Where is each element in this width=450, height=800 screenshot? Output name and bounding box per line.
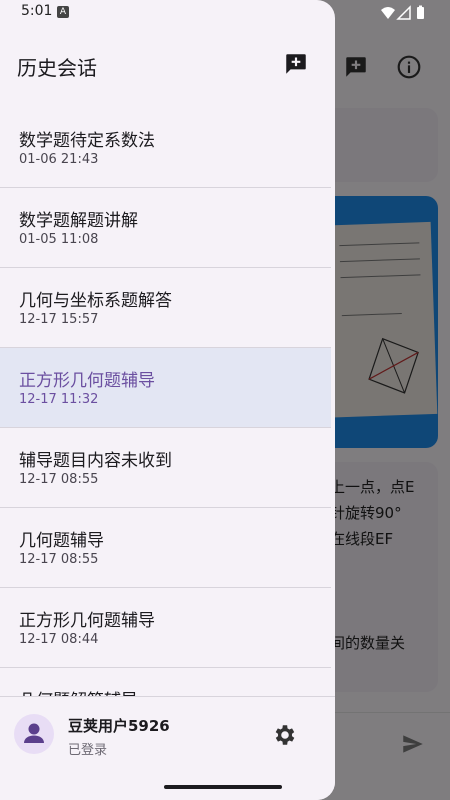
drawer-title: 历史会话 — [17, 56, 97, 80]
add-comment-icon[interactable] — [283, 51, 309, 77]
notification-icon: A — [57, 6, 69, 18]
status-bar: 5:01 A — [0, 0, 450, 26]
session-title: 辅导题目内容未收到 — [19, 451, 172, 471]
session-item[interactable]: 数学题待定系数法 01-06 21:43 — [0, 108, 331, 188]
session-time: 01-05 11:08 — [19, 232, 99, 247]
session-item[interactable]: 几何题解答辅导 — [0, 668, 331, 696]
user-name: 豆荚用户5926 — [68, 717, 170, 735]
session-item[interactable]: 辅导题目内容未收到 12-17 08:55 — [0, 428, 331, 508]
session-title: 几何与坐标系题解答 — [19, 291, 172, 311]
battery-icon — [417, 7, 424, 19]
gear-icon[interactable] — [272, 722, 298, 748]
avatar[interactable] — [14, 714, 54, 754]
session-title: 几何题解答辅导 — [19, 686, 138, 696]
session-item[interactable]: 正方形几何题辅导 12-17 08:44 — [0, 588, 331, 668]
session-title: 数学题解题讲解 — [19, 211, 138, 231]
person-icon — [24, 723, 44, 743]
signal-icon — [396, 5, 411, 20]
status-time: 5:01 — [21, 3, 53, 19]
session-list[interactable]: 数学题待定系数法 01-06 21:43 数学题解题讲解 01-05 11:08… — [0, 108, 335, 696]
session-time: 01-06 21:43 — [19, 152, 99, 167]
home-indicator[interactable] — [164, 785, 282, 789]
session-title: 正方形几何题辅导 — [19, 371, 155, 391]
session-time: 12-17 08:44 — [19, 632, 99, 647]
login-status: 已登录 — [68, 743, 108, 758]
session-time: 12-17 15:57 — [19, 312, 99, 327]
session-time: 12-17 11:32 — [19, 392, 99, 407]
session-time: 12-17 08:55 — [19, 552, 99, 567]
session-item-selected[interactable]: 正方形几何题辅导 12-17 11:32 — [0, 348, 331, 428]
session-title: 正方形几何题辅导 — [19, 611, 155, 631]
session-item[interactable]: 几何与坐标系题解答 12-17 15:57 — [0, 268, 331, 348]
session-item[interactable]: 几何题辅导 12-17 08:55 — [0, 508, 331, 588]
status-indicators — [381, 5, 424, 20]
wifi-icon — [381, 7, 395, 19]
session-time: 12-17 08:55 — [19, 472, 99, 487]
session-item[interactable]: 数学题解题讲解 01-05 11:08 — [0, 188, 331, 268]
session-title: 几何题辅导 — [19, 531, 104, 551]
session-title: 数学题待定系数法 — [19, 131, 155, 151]
history-drawer: 历史会话 数学题待定系数法 01-06 21:43 数学题解题讲解 01-05 … — [0, 0, 335, 800]
